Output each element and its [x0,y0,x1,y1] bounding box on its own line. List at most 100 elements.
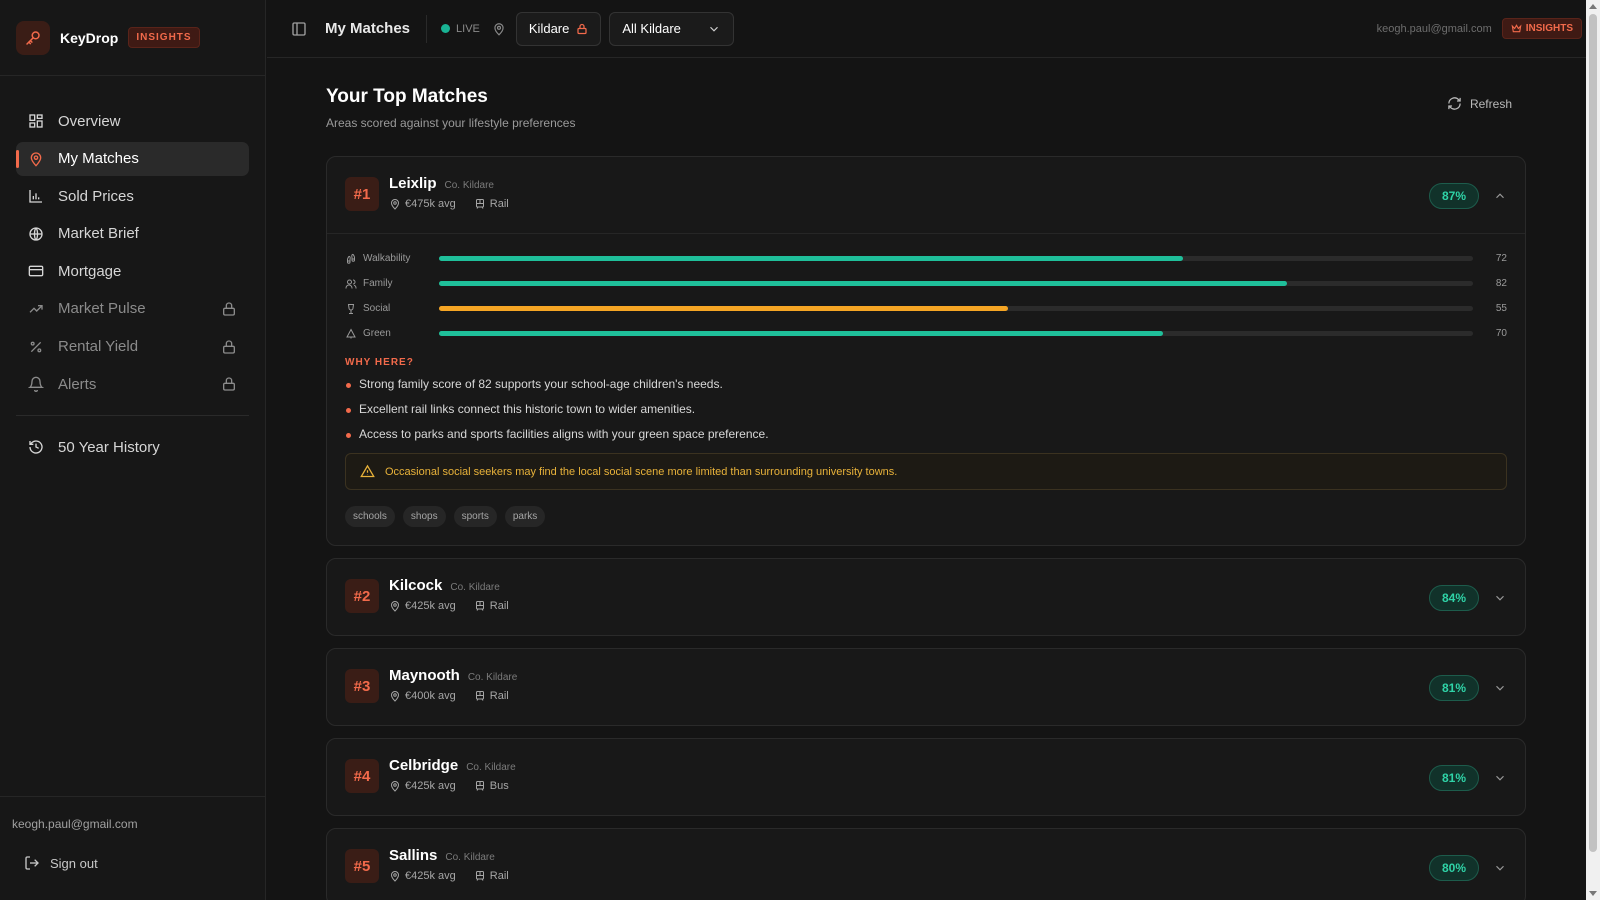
reason-item: Strong family score of 82 supports your … [345,374,1507,399]
users-icon [345,278,357,290]
scroll-down-arrow[interactable] [1589,891,1597,896]
metric-label: Green [363,328,391,339]
metric-bar-track [439,281,1473,286]
sidebar-item-market-brief[interactable]: Market Brief [16,217,249,251]
metric-row: Green 70 [345,321,1507,346]
chevron-down-icon[interactable] [1493,591,1507,605]
sidebar-item-label: Market Pulse [58,300,146,318]
train-icon [474,690,486,702]
match-card-header[interactable]: #2 Kilcock Co. Kildare €425k avg Rail 84… [327,559,1525,635]
page-scrollbar[interactable] [1586,0,1600,900]
area-name: Leixlip [389,175,437,192]
metric-bar-track [439,331,1473,336]
rank-badge: #5 [345,849,379,883]
trending-up-icon [28,301,44,317]
map-pin-icon [389,780,401,792]
amenity-tags: schools shops sports parks [345,506,1507,527]
area-title: Sallins Co. Kildare [389,847,495,864]
map-pin-icon [389,870,401,882]
area-meta: €475k avg Rail [389,198,509,210]
match-score-badge: 87% [1428,183,1479,209]
globe-icon [28,226,44,242]
warning-text: Occasional social seekers may find the l… [385,465,898,478]
insights-badge[interactable]: INSIGHTS [1501,18,1582,39]
area-select[interactable]: All Kildare [609,11,735,46]
sidebar-footer: keogh.paul@gmail.com Sign out [0,796,265,900]
avg-price: €425k avg [405,870,456,882]
sidebar-toggle-icon[interactable] [291,21,307,37]
sidebar-item-overview[interactable]: Overview [16,104,249,138]
metric-label-wrap: Walkability [345,253,439,265]
metric-value: 70 [1495,328,1507,339]
area-meta: €425k avg Bus [389,780,509,792]
rank-badge: #1 [345,177,379,211]
brand[interactable]: KeyDrop INSIGHTS [0,0,265,76]
match-card[interactable]: #2 Kilcock Co. Kildare €425k avg Rail 84… [326,558,1526,636]
sidebar-item-label: Rental Yield [58,338,139,356]
train-icon [474,870,486,882]
metric-label-wrap: Family [345,278,439,290]
lock-icon [221,301,237,317]
area-title: Leixlip Co. Kildare [389,175,494,192]
match-card-header[interactable]: #4 Celbridge Co. Kildare €425k avg Bus 8… [327,739,1525,815]
map-pin-icon [28,151,44,167]
metric-value: 82 [1495,278,1507,289]
area-name: Kilcock [389,577,443,594]
match-card-header[interactable]: #1 Leixlip Co. Kildare €475k avg Rail 87… [327,157,1525,233]
match-card: #1 Leixlip Co. Kildare €475k avg Rail 87… [326,156,1526,546]
avg-price: €425k avg [405,600,456,612]
chevron-down-icon[interactable] [1493,681,1507,695]
tree-icon [345,327,357,340]
sidebar-item-market-pulse[interactable]: Market Pulse [16,292,249,326]
avg-price: €400k avg [405,690,456,702]
map-pin-icon [389,600,401,612]
transport-type: Bus [489,780,509,792]
train-icon [474,600,486,612]
avg-price: €425k avg [405,780,456,792]
bell-icon [28,376,44,393]
sidebar-item-label: Mortgage [58,262,122,280]
match-card-header[interactable]: #5 Sallins Co. Kildare €425k avg Rail 80… [327,829,1525,900]
match-score-badge: 80% [1428,855,1479,881]
sidebar: KeyDrop INSIGHTS Overview My Matches Sol… [0,0,266,900]
chevron-down-icon[interactable] [1493,861,1507,875]
area-title: Celbridge Co. Kildare [389,757,516,774]
metric-row: Family 82 [345,271,1507,296]
match-card-header[interactable]: #3 Maynooth Co. Kildare €400k avg Rail 8… [327,649,1525,725]
rank-badge: #2 [345,579,379,613]
county-selector[interactable]: Kildare [515,11,602,46]
sidebar-item-mortgage[interactable]: Mortgage [16,254,249,288]
sidebar-nav: Overview My Matches Sold Prices Market B… [0,76,265,464]
why-here-heading: WHY HERE? [345,357,414,368]
train-icon [474,198,486,210]
chevron-up-icon[interactable] [1493,189,1507,203]
sidebar-item-alerts[interactable]: Alerts [16,367,249,401]
scroll-thumb[interactable] [1589,14,1597,852]
reason-item: Access to parks and sports facilities al… [345,424,1507,449]
match-card[interactable]: #5 Sallins Co. Kildare €425k avg Rail 80… [326,828,1526,900]
refresh-icon [1447,96,1462,111]
sign-out-button[interactable]: Sign out [24,855,98,871]
refresh-button[interactable]: Refresh [1447,96,1512,111]
match-card[interactable]: #3 Maynooth Co. Kildare €400k avg Rail 8… [326,648,1526,726]
main-content: Your Top Matches Areas scored against yo… [326,58,1526,900]
sidebar-item-label: Market Brief [58,225,139,243]
history-icon [28,439,44,455]
sidebar-item-my-matches[interactable]: My Matches [16,141,249,176]
topbar: My Matches LIVE Kildare All Kildare keog… [267,0,1586,58]
metric-bar-fill [439,331,1163,336]
sidebar-item-sold-prices[interactable]: Sold Prices [16,179,249,213]
metric-row: Social 55 [345,296,1507,321]
scroll-up-arrow[interactable] [1589,4,1597,9]
live-label: LIVE [456,22,480,35]
bar-chart-icon [28,188,44,204]
bus-icon [474,780,486,792]
map-pin-icon [389,690,401,702]
area-meta: €425k avg Rail [389,600,509,612]
sidebar-item-50-year-history[interactable]: 50 Year History [16,430,249,464]
match-card[interactable]: #4 Celbridge Co. Kildare €425k avg Bus 8… [326,738,1526,816]
chevron-down-icon [707,22,721,36]
chevron-down-icon[interactable] [1493,771,1507,785]
crown-icon [1511,23,1522,34]
sidebar-item-rental-yield[interactable]: Rental Yield [16,330,249,364]
